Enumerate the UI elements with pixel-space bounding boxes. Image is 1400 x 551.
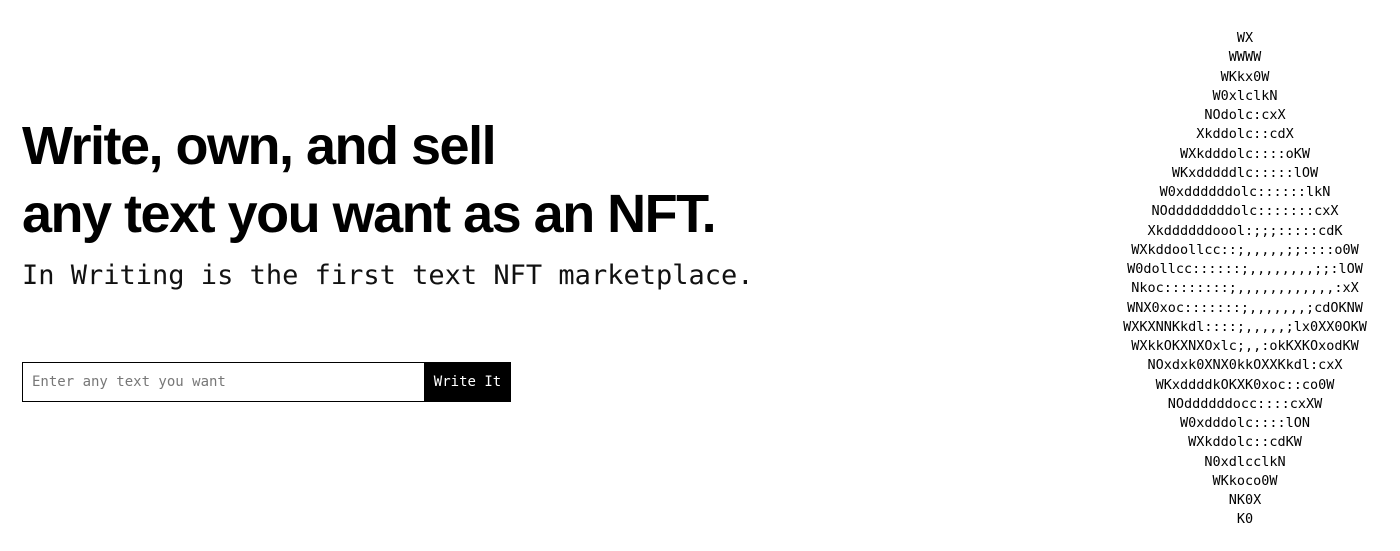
headline: Write, own, and sell any text you want a… [22, 112, 1022, 248]
write-form: Write It [22, 362, 511, 402]
ascii-art-line: WXKXNNKkdl::::;,,,,,;lx0XX0OKW [1123, 318, 1367, 335]
write-it-button[interactable]: Write It [424, 362, 511, 402]
subheadline: In Writing is the first text NFT marketp… [22, 260, 754, 291]
ascii-art-line: Xkddolc::cdX [1196, 126, 1294, 143]
ascii-art-line: WKxdddddlc:::::lOW [1171, 164, 1319, 181]
headline-line-2: any text you want as an NFT. [22, 184, 717, 244]
text-input[interactable] [22, 362, 424, 402]
ascii-art-line: WNX0xoc:::::::;,,,,,,,;cdOKNW [1127, 299, 1363, 316]
ascii-art-line: NOddddddocc::::cxXW [1167, 395, 1323, 412]
ascii-art-line: WXkdddolc::::oKW [1179, 145, 1311, 162]
ascii-art-line: WXkddoollcc::;,,,,,;;::::o0W [1131, 241, 1359, 258]
ascii-art-line: WKkoco0W [1212, 472, 1278, 489]
ascii-art-line: N0xdlcclkN [1204, 453, 1286, 470]
ascii-art-line: Nkoc::::::::;,,,,,,,,,,,,:xX [1131, 280, 1359, 297]
ascii-art-line: WKkx0W [1220, 68, 1270, 85]
ascii-art-line: WXkddolc::cdKW [1188, 434, 1302, 451]
hero-section: Write, own, and sell any text you want a… [22, 112, 1022, 296]
ascii-art-line: NOddddddddolc:::::::cxX [1151, 203, 1339, 220]
ascii-art-line: W0xlclkN [1212, 87, 1278, 104]
ascii-art-line: WKxddddkOKXK0xoc::co0W [1155, 376, 1335, 393]
ascii-art-line: NOxdxk0XNX0kkOXXKkdl:cxX [1147, 357, 1343, 374]
ascii-art-line: W0dollcc::::::;,,,,,,,,;;:lOW [1127, 261, 1363, 277]
ascii-art-line: NK0X [1228, 492, 1262, 508]
ascii-art-line: W0xdddolc::::lON [1179, 415, 1311, 431]
ascii-art-line: WXkkOKXNXOxlc;,,:okKXKOxodKW [1131, 338, 1359, 354]
ascii-art-pen-nib: WXWWWWWKkx0WW0xlclkNNOdolc:cxXXkddolc::c… [1100, 29, 1390, 530]
ascii-art-line: W0xddddddolc::::::lkN [1159, 184, 1331, 200]
ascii-art-line: Xkddddddoool:;;;:::::cdK [1147, 222, 1343, 239]
headline-line-1: Write, own, and sell [22, 116, 497, 176]
ascii-art-line: WX [1236, 30, 1254, 46]
ascii-art-line: WWWW [1228, 49, 1262, 66]
ascii-art-line: K0 [1236, 511, 1254, 528]
ascii-art-line: NOdolc:cxX [1204, 107, 1286, 123]
